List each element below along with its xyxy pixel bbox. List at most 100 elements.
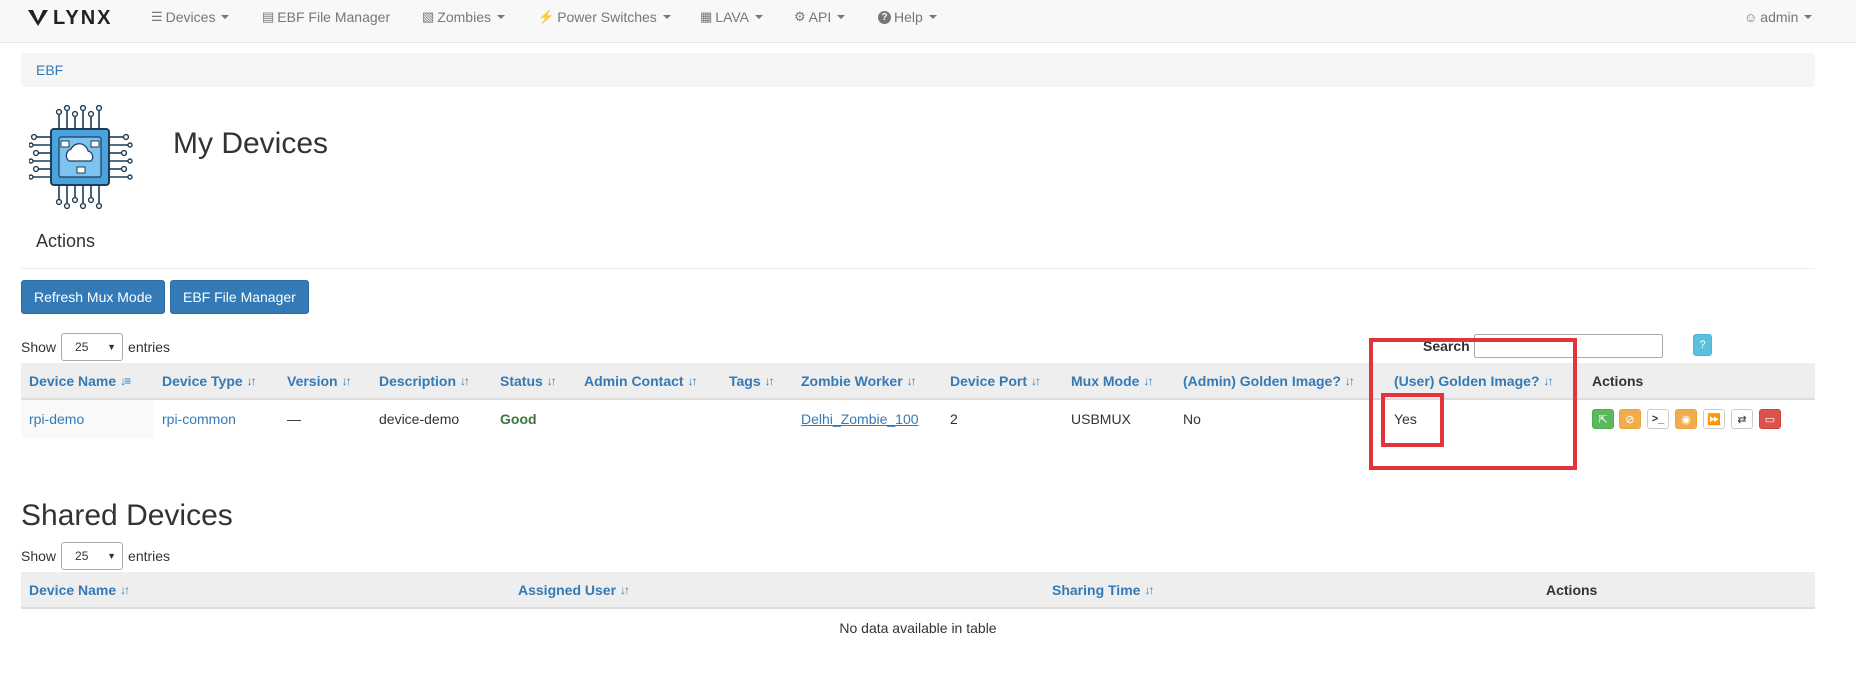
th-mux-mode[interactable]: Mux Mode ↓↑ — [1071, 363, 1153, 398]
status-badge: Good — [500, 411, 537, 427]
sort-icon: ↓↑ — [1143, 373, 1153, 388]
sort-asc-icon: ↓≡ — [120, 373, 131, 388]
caret-down-icon — [928, 15, 937, 19]
th-label: Sharing Time — [1052, 581, 1141, 598]
caret-down-icon — [837, 15, 846, 19]
terminal-button[interactable]: >_ — [1647, 409, 1669, 429]
disable-button[interactable]: ⊘ — [1619, 409, 1641, 429]
nav-devices-label: Devices — [165, 9, 216, 25]
th-label: Mux Mode — [1071, 372, 1140, 389]
lynx-logo-icon — [28, 10, 48, 26]
th-device-name[interactable]: Device Name ↓≡ — [29, 363, 131, 398]
refresh-mux-mode-button[interactable]: Refresh Mux Mode — [21, 280, 166, 314]
th-label: Status — [500, 372, 543, 389]
nav-zombies[interactable]: ▧ Zombies — [422, 0, 505, 34]
th-label: Actions — [1592, 372, 1644, 389]
th-zombie-worker[interactable]: Zombie Worker ↓↑ — [801, 363, 917, 398]
caret-down-icon — [755, 15, 764, 19]
deploy-icon: ⇱ — [1598, 413, 1608, 426]
th-version[interactable]: Version ↓↑ — [287, 363, 352, 398]
terminal-icon: >_ — [1651, 413, 1665, 425]
sort-icon: ↓↑ — [460, 373, 470, 388]
bolt-icon: ⚡ — [538, 9, 555, 24]
admin-golden-cell: No — [1183, 411, 1201, 427]
sort-icon: ↓↑ — [764, 373, 775, 388]
th-description[interactable]: Description ↓↑ — [379, 363, 470, 398]
server-icon: ☰ — [151, 9, 163, 24]
record-button[interactable]: ◉ — [1675, 409, 1697, 429]
trash-icon: ▭ — [1764, 413, 1776, 426]
folder-open-icon: ▤ — [262, 9, 275, 24]
th-tags[interactable]: Tags ↓↑ — [729, 363, 775, 398]
fast-forward-button[interactable]: ⏩ — [1703, 409, 1725, 429]
nav-user-label: admin — [1760, 9, 1799, 25]
shuffle-button[interactable]: ⇄ — [1731, 409, 1753, 429]
top-navbar: LYNX ☰ Devices ▤ EBF File Manager ▧ Zomb… — [0, 0, 1856, 43]
sort-icon: ↓↑ — [1344, 373, 1355, 388]
deploy-button[interactable]: ⇱ — [1592, 409, 1614, 429]
nav-user-menu[interactable]: ☺ admin — [1744, 0, 1813, 34]
sort-icon: ↓↑ — [620, 582, 630, 597]
help-button[interactable]: ? — [1693, 334, 1712, 356]
nav-ebf-file-manager[interactable]: ▤ EBF File Manager — [262, 0, 390, 34]
nav-devices[interactable]: ☰ Devices — [151, 0, 230, 34]
breadcrumb-ebf-link[interactable]: EBF — [36, 62, 63, 78]
calendar-icon: ▦ — [700, 9, 713, 24]
entries-label: entries — [128, 548, 171, 564]
nav-zombies-label: Zombies — [437, 9, 491, 25]
th-label: Admin Contact — [584, 372, 684, 389]
th-actions: Actions — [1592, 363, 1643, 398]
th-admin-golden-image[interactable]: (Admin) Golden Image? ↓↑ — [1183, 363, 1355, 398]
th-device-type[interactable]: Device Type ↓↑ — [162, 363, 257, 398]
brand-logo[interactable]: LYNX — [27, 6, 113, 30]
device-chip-logo — [29, 105, 133, 209]
ban-icon: ⊘ — [1625, 413, 1635, 426]
nav-ebf-label: EBF File Manager — [277, 9, 391, 25]
th-label: Device Type — [162, 372, 243, 389]
sort-icon: ↓↑ — [1144, 582, 1154, 597]
user-icon: ☺ — [1744, 9, 1758, 25]
question-circle-icon: ? — [878, 10, 891, 24]
sort-icon: ↓↑ — [687, 373, 698, 388]
version-cell: — — [287, 411, 301, 427]
show-label: Show — [21, 339, 57, 355]
shared-table-header: Device Name ↓↑ Assigned User ↓↑ Sharing Ti… — [21, 572, 1815, 609]
th-assigned-user[interactable]: Assigned User ↓↑ — [518, 572, 630, 607]
th-device-port[interactable]: Device Port ↓↑ — [950, 363, 1041, 398]
th-shared-device-name[interactable]: Device Name ↓↑ — [29, 572, 130, 607]
th-status[interactable]: Status ↓↑ — [500, 363, 557, 398]
delete-button[interactable]: ▭ — [1759, 409, 1781, 429]
chevron-down-icon: ▼ — [107, 342, 117, 352]
sort-icon: ↓↑ — [120, 582, 130, 597]
nav-api[interactable]: ⚙ API — [794, 0, 846, 34]
device-name-link[interactable]: rpi-demo — [29, 411, 84, 427]
page-length-select[interactable]: 25 ▼ — [61, 333, 124, 361]
nav-lava[interactable]: ▦ LAVA — [700, 0, 764, 34]
th-label: Assigned User — [518, 581, 617, 598]
caret-down-icon — [496, 15, 505, 19]
description-cell: device-demo — [379, 411, 460, 427]
nav-help[interactable]: ? Help — [878, 0, 937, 34]
caret-down-icon — [1804, 15, 1813, 19]
th-sharing-time[interactable]: Sharing Time ↓↑ — [1052, 572, 1154, 607]
actions-section-title: Actions — [36, 231, 96, 251]
caret-down-icon — [662, 15, 671, 19]
th-label: Device Name — [29, 372, 117, 389]
gear-icon: ⚙ — [794, 9, 806, 24]
ebf-file-manager-button[interactable]: EBF File Manager — [170, 280, 309, 314]
th-label: Zombie Worker — [801, 372, 903, 389]
zombie-worker-link[interactable]: Delhi_Zombie_100 — [801, 411, 919, 427]
th-label: Version — [287, 372, 338, 389]
th-label: (Admin) Golden Image? — [1183, 372, 1341, 389]
sort-icon: ↓↑ — [341, 373, 352, 388]
device-type-link[interactable]: rpi-common — [162, 411, 236, 427]
nav-api-label: API — [808, 9, 832, 25]
sort-icon: ↓↑ — [546, 373, 557, 388]
shared-length-control: Show 25 ▼ entries — [21, 541, 170, 571]
fast-forward-icon: ⏩ — [1707, 413, 1721, 426]
caret-down-icon — [221, 15, 230, 19]
section-divider — [21, 268, 1815, 269]
nav-power-switches[interactable]: ⚡ Power Switches — [538, 0, 671, 34]
th-admin-contact[interactable]: Admin Contact ↓↑ — [584, 363, 698, 398]
shared-page-length-select[interactable]: 25 ▼ — [61, 542, 124, 570]
